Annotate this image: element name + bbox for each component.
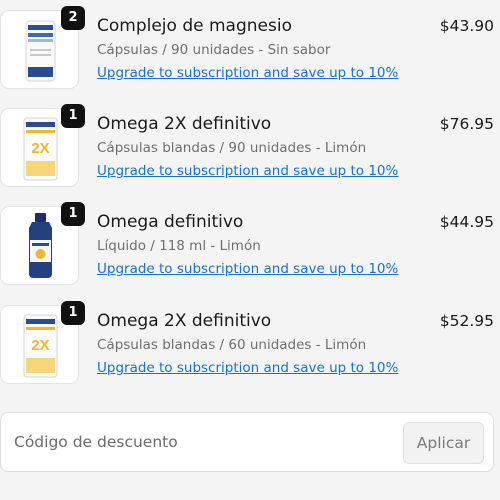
product-name: Omega definitivo (97, 212, 244, 232)
product-price: $43.90 (439, 17, 494, 35)
product-thumbnail: 2 (0, 6, 85, 89)
upgrade-subscription-link[interactable]: Upgrade to subscription and save up to 1… (97, 360, 398, 376)
upgrade-subscription-link[interactable]: Upgrade to subscription and save up to 1… (97, 163, 398, 179)
product-price: $44.95 (439, 213, 494, 231)
cart-item: 2 Complejo de magnesio Cápsulas / 90 uni… (0, 0, 500, 98)
product-name: Omega 2X definitivo (97, 311, 272, 331)
upgrade-subscription-link[interactable]: Upgrade to subscription and save up to 1… (97, 261, 398, 277)
quantity-badge: 1 (61, 104, 85, 128)
product-variant: Cápsulas blandas / 90 unidades - Limón (97, 140, 367, 156)
discount-code-form: Aplicar (0, 412, 494, 472)
product-variant: Cápsulas / 90 unidades - Sin sabor (97, 42, 331, 58)
quantity-badge: 1 (61, 301, 85, 325)
product-price: $76.95 (439, 115, 494, 133)
svg-text:2X: 2X (31, 140, 49, 157)
product-name: Omega 2X definitivo (97, 114, 272, 134)
upgrade-subscription-link[interactable]: Upgrade to subscription and save up to 1… (97, 65, 398, 81)
product-variant: Líquido / 118 ml - Limón (97, 238, 261, 254)
product-thumbnail: 1 (0, 202, 85, 285)
cart-item: 2X 1 Omega 2X definitivo Cápsulas blanda… (0, 295, 500, 393)
product-name: Complejo de magnesio (97, 16, 292, 36)
quantity-badge: 1 (61, 202, 85, 226)
cart-item: 1 Omega definitivo Líquido / 118 ml - Li… (0, 196, 500, 294)
discount-code-input[interactable] (2, 414, 387, 470)
product-price: $52.95 (439, 312, 494, 330)
order-summary: 2 Complejo de magnesio Cápsulas / 90 uni… (0, 0, 500, 500)
product-thumbnail: 2X 1 (0, 301, 85, 384)
product-thumbnail: 2X 1 (0, 104, 85, 187)
product-variant: Cápsulas blandas / 60 unidades - Limón (97, 337, 367, 353)
cart-item: 2X 1 Omega 2X definitivo Cápsulas blanda… (0, 98, 500, 196)
quantity-badge: 2 (61, 6, 85, 30)
svg-text:2X: 2X (31, 337, 49, 354)
apply-discount-button[interactable]: Aplicar (403, 422, 484, 464)
